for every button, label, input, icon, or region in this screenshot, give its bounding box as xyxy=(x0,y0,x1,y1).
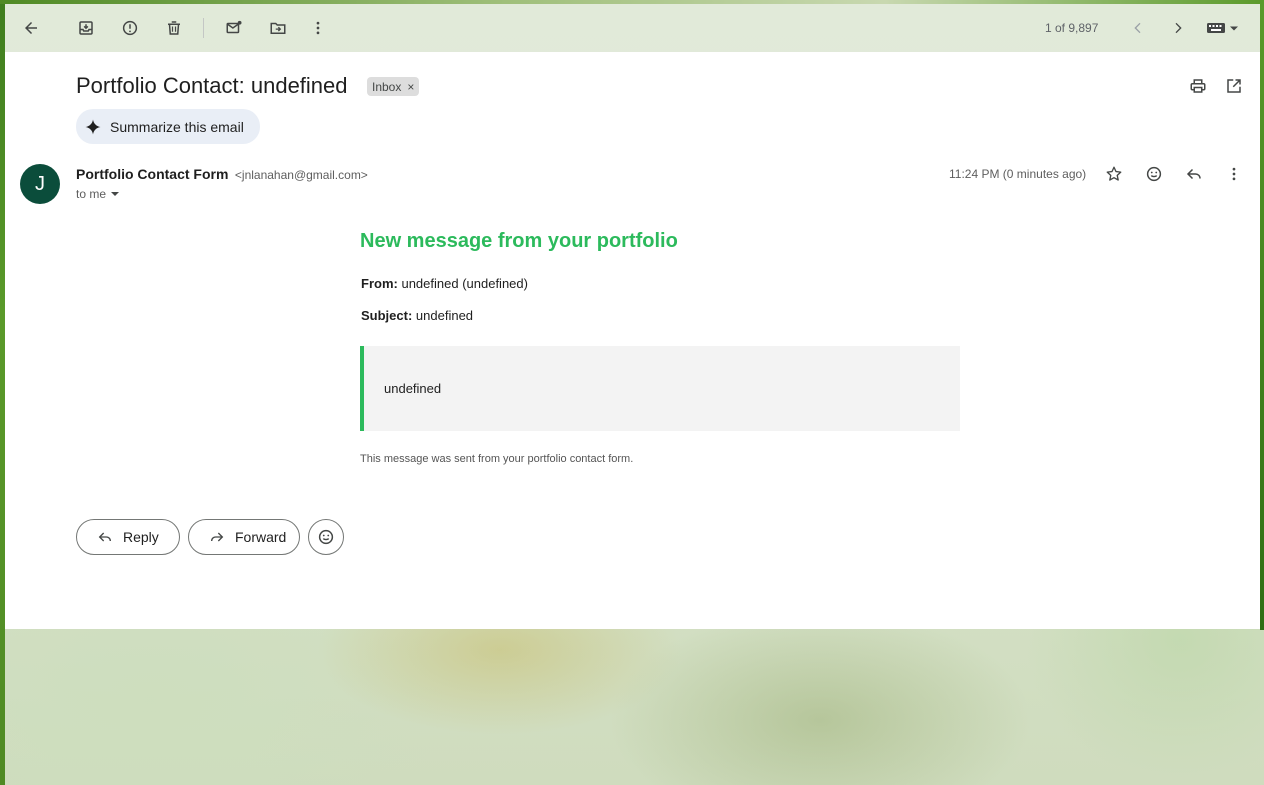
message-counter: 1 of 9,897 xyxy=(1045,21,1099,35)
arrow-left-icon[interactable] xyxy=(19,16,43,40)
chevron-left-icon[interactable] xyxy=(1126,16,1150,40)
message-quote-block: undefined xyxy=(360,346,960,431)
mark-unread-icon[interactable] xyxy=(222,16,246,40)
window-right-edge xyxy=(1260,0,1264,630)
message-heading: New message from your portfolio xyxy=(360,230,678,252)
inbox-label-chip[interactable]: Inbox × xyxy=(367,77,420,96)
email-subject: Portfolio Contact: undefined xyxy=(76,73,348,98)
subject-field: Subject: undefined xyxy=(361,308,473,323)
archive-icon[interactable] xyxy=(74,16,98,40)
remove-label-button[interactable]: × xyxy=(407,80,414,94)
subject-value: undefined xyxy=(415,308,474,323)
print-icon[interactable] xyxy=(1186,74,1210,98)
forward-arrow-icon xyxy=(209,529,225,545)
summarize-label: Summarize this email xyxy=(110,118,244,135)
reply-label: Reply xyxy=(123,529,159,545)
keyboard-icon[interactable] xyxy=(1203,16,1243,40)
more-vert-icon[interactable] xyxy=(306,16,330,40)
add-reaction-icon[interactable] xyxy=(1142,162,1166,186)
caret-down-icon xyxy=(110,189,120,199)
recipient-label: to me xyxy=(76,187,107,201)
reply-arrow-icon xyxy=(97,529,113,545)
smiley-icon xyxy=(317,528,335,546)
move-to-folder-icon[interactable] xyxy=(266,16,290,40)
chevron-right-icon[interactable] xyxy=(1166,16,1190,40)
message-text: undefined xyxy=(384,381,442,396)
sender-name[interactable]: Portfolio Contact Form xyxy=(76,166,228,182)
star-icon[interactable] xyxy=(1102,162,1126,186)
label-name: Inbox xyxy=(372,79,402,94)
sender-email: <jnlanahan@gmail.com> xyxy=(234,168,368,182)
mail-toolbar: 1 of 9,897 xyxy=(5,4,1260,52)
recipient-details-toggle[interactable]: to me xyxy=(76,187,120,201)
reply-icon[interactable] xyxy=(1182,162,1206,186)
summarize-email-button[interactable]: Summarize this email xyxy=(76,109,260,144)
message-footnote: This message was sent from your portfoli… xyxy=(360,453,634,465)
forward-label: Forward xyxy=(235,529,287,545)
message-panel: Portfolio Contact: undefined Inbox × Sum… xyxy=(5,52,1260,629)
emoji-reaction-button[interactable] xyxy=(308,519,344,555)
message-more-icon[interactable] xyxy=(1222,162,1246,186)
forward-button[interactable]: Forward xyxy=(188,519,300,555)
reply-button[interactable]: Reply xyxy=(76,519,180,555)
from-value: undefined (undefined) xyxy=(401,276,528,291)
trash-icon[interactable] xyxy=(162,16,186,40)
sparkle-icon xyxy=(84,118,102,136)
subject-label: Subject: xyxy=(361,308,413,323)
from-label: From: xyxy=(361,276,398,291)
message-body: New message from your portfolio From: un… xyxy=(360,230,960,465)
toolbar-divider xyxy=(203,18,204,38)
report-spam-icon[interactable] xyxy=(118,16,142,40)
sender-avatar[interactable]: J xyxy=(20,164,60,204)
from-field: From: undefined (undefined) xyxy=(361,276,528,291)
sender-info: Portfolio Contact Form <jnlanahan@gmail.… xyxy=(76,166,368,184)
open-in-new-window-icon[interactable] xyxy=(1222,74,1246,98)
email-timestamp: 11:24 PM (0 minutes ago) xyxy=(949,167,1087,181)
